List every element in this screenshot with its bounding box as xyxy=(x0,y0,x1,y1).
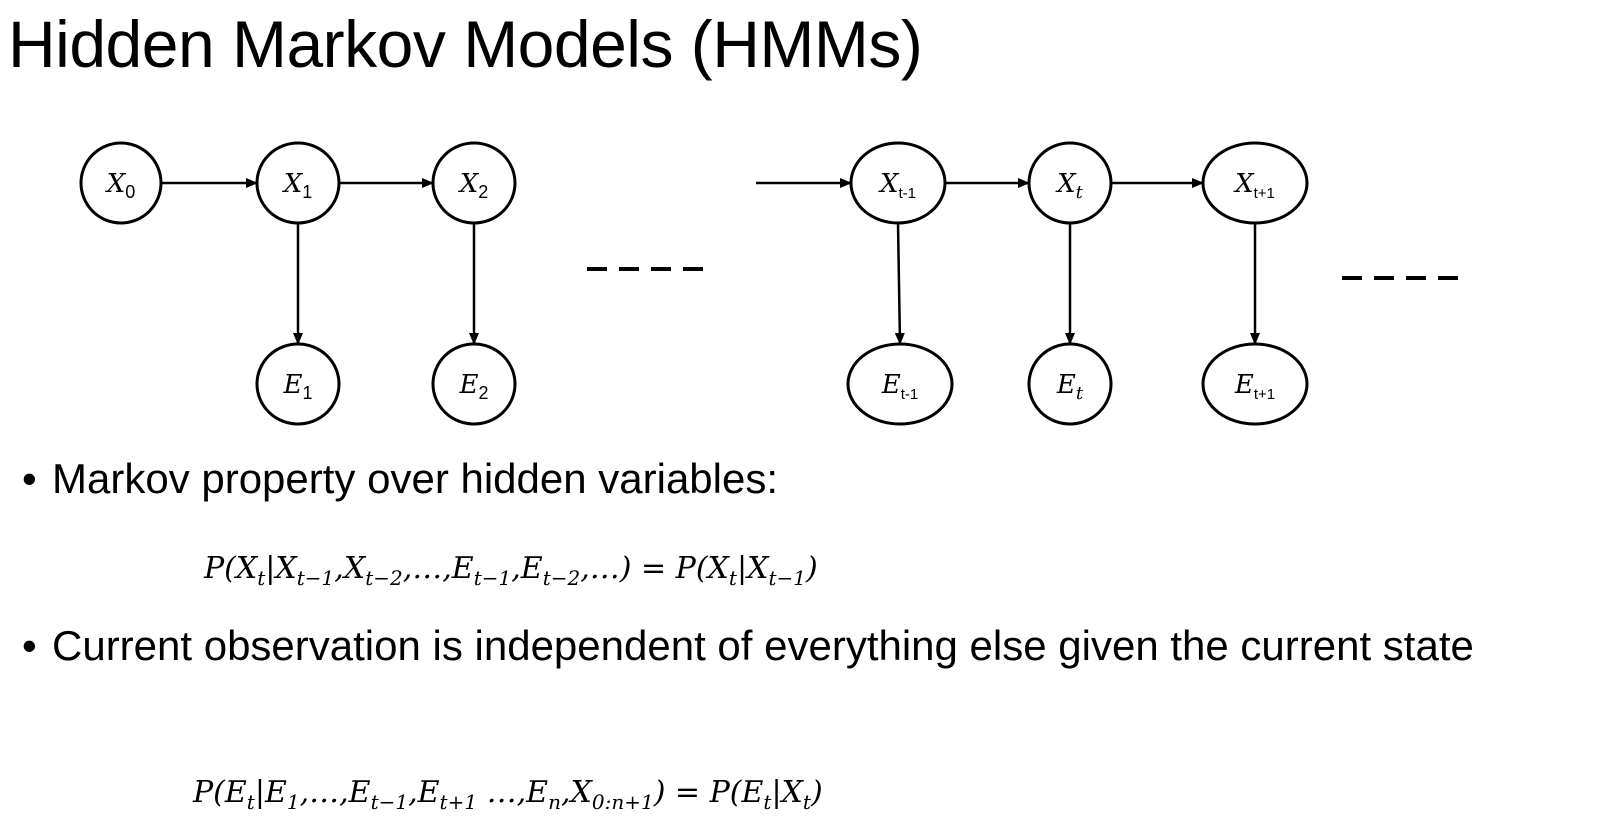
formula-markov-property: P(Xt|Xt−1,Xt−2,…,Et−1,Et−2,…) = P(Xt|Xt−… xyxy=(204,551,818,590)
bullet-observation-independence: • Current observation is independent of e… xyxy=(22,620,1474,672)
node-ellipse xyxy=(1201,342,1309,426)
hidden-node-xt: Xt xyxy=(1027,141,1113,225)
bullet-text: Markov property over hidden variables: xyxy=(52,455,779,502)
hidden-node-xtp1: Xt+1 xyxy=(1201,141,1309,225)
bullet-markov-property: • Markov property over hidden variables: xyxy=(22,453,778,505)
hmm-diagram: X0 X1 X2 Xt-1 Xt Xt+1 E1 E2 Et-1 Et Et+1 xyxy=(79,141,1466,426)
node-ellipse xyxy=(1201,141,1309,225)
hidden-node-xtm1: Xt-1 xyxy=(849,141,947,225)
bullet-dot: • xyxy=(22,455,37,502)
formula-observation-independence: P(Et|E1,…,Et−1,Et+1 …,En,X0:n+1) = P(Et|… xyxy=(193,775,823,814)
hidden-node-x2: X2 xyxy=(431,141,517,225)
evidence-node-et: Et xyxy=(1027,342,1113,426)
bullet-text: Current observation is independent of ev… xyxy=(52,622,1474,669)
hidden-node-x0: X0 xyxy=(79,141,163,225)
evidence-node-etm1: Et-1 xyxy=(846,342,954,426)
evidence-node-e2: E2 xyxy=(431,342,517,426)
emission-arrow-xtm1-etm1 xyxy=(894,222,905,345)
evidence-node-e1: E1 xyxy=(255,342,341,426)
hidden-node-x1: X1 xyxy=(255,141,341,225)
bullet-dot: • xyxy=(22,622,37,669)
evidence-node-etp1: Et+1 xyxy=(1201,342,1309,426)
